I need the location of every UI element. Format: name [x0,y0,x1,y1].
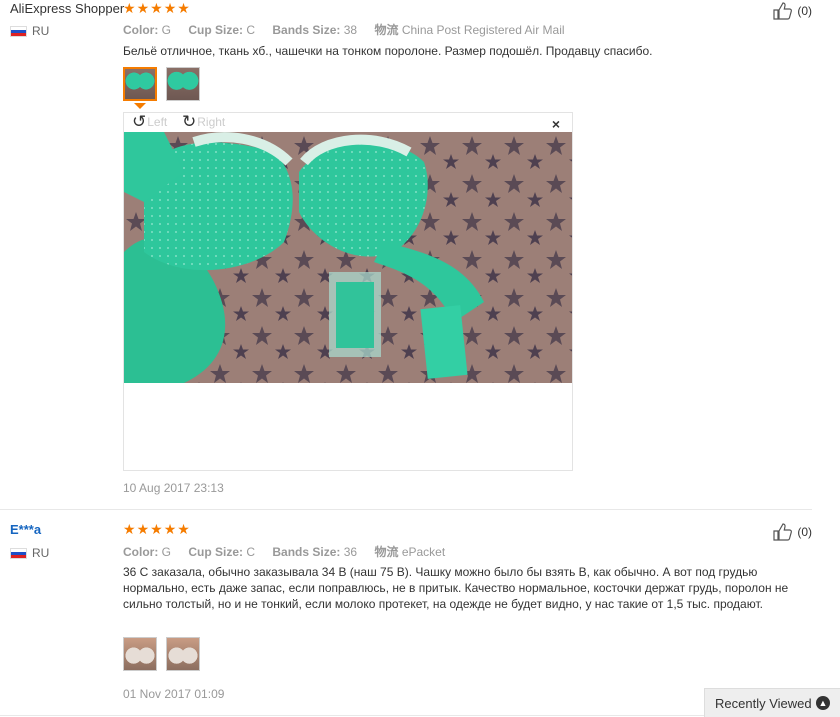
helpful-button[interactable]: (0) [773,2,812,20]
rating-stars: ★ ★ ★ ★ ★ [123,522,190,536]
cup-label: Cup Size: [188,545,244,559]
review-date: 10 Aug 2017 23:13 [123,481,224,495]
rotate-left-icon: ↺ [132,112,147,131]
star-icon: ★ [150,0,163,16]
review-divider [0,715,812,716]
shipping-value: ePacket [401,545,446,559]
star-icon: ★ [150,521,163,537]
chevron-up-icon: ▲ [816,696,830,710]
shipping-label: 物流 [374,23,399,37]
star-icon: ★ [163,521,177,537]
country-code: RU [32,546,50,560]
review-text: Бельё отличное, ткань хб., чашечки на то… [123,44,653,58]
photo-viewer: ↺ Left ↻ Right × [123,112,573,471]
order-info: Color: G Cup Size: C Bands Size: 36 物流 e… [123,543,445,560]
color-label: Color: [123,545,159,559]
review-photo-thumb[interactable] [123,637,157,671]
rating-stars: ★ ★ ★ ★ ★ [123,1,190,15]
review-divider [0,509,812,510]
color-value: G [161,545,172,559]
shipping-value: China Post Registered Air Mail [401,23,565,37]
review-text: 36 С заказала, обычно заказывала 34 В (н… [123,565,789,611]
cup-value: C [246,23,256,37]
review-date: 01 Nov 2017 01:09 [123,687,225,701]
thumbs-up-icon [773,2,793,20]
star-icon: ★ [136,521,150,537]
reviewer-name[interactable]: E***a [10,522,41,537]
reviewer-country: RU [10,546,49,560]
band-value: 36 [343,545,358,559]
recently-viewed-button[interactable]: Recently Viewed ▲ [704,688,840,717]
russia-flag-icon [10,25,27,37]
review-photo-large [124,132,572,383]
recently-viewed-label: Recently Viewed [715,695,812,711]
rotate-right-label: Right [197,115,226,129]
band-label: Bands Size: [272,545,341,559]
star-icon: ★ [123,521,136,537]
star-icon: ★ [177,0,190,16]
thumbs-up-icon [773,523,793,541]
helpful-count: (0) [797,525,812,539]
rotate-left-label: Left [147,115,168,129]
order-info: Color: G Cup Size: C Bands Size: 38 物流 C… [123,21,565,38]
star-icon: ★ [163,0,177,16]
rotate-left-button[interactable]: ↺ Left [132,112,168,131]
russia-flag-icon [10,547,27,559]
star-icon: ★ [136,0,150,16]
band-label: Bands Size: [272,23,341,37]
helpful-button[interactable]: (0) [773,523,812,541]
rotate-right-button[interactable]: ↻ Right [182,112,226,131]
reviewer-country: RU [10,24,49,38]
band-value: 38 [343,23,358,37]
selected-thumb-arrow [134,103,146,109]
country-code: RU [32,24,50,38]
review-photo-thumb[interactable] [123,67,157,101]
rotate-right-icon: ↻ [182,112,197,131]
helpful-count: (0) [797,4,812,18]
cup-value: C [246,545,256,559]
color-label: Color: [123,23,159,37]
bra-photo-image [124,132,572,383]
review-photo-thumb[interactable] [166,637,200,671]
shipping-label: 物流 [374,545,399,559]
close-icon[interactable]: × [552,116,560,132]
color-value: G [161,23,172,37]
cup-label: Cup Size: [188,23,244,37]
reviewer-name[interactable]: AliExpress Shopper [10,1,124,16]
star-icon: ★ [177,521,190,537]
star-icon: ★ [123,0,136,16]
review-photo-thumb[interactable] [166,67,200,101]
